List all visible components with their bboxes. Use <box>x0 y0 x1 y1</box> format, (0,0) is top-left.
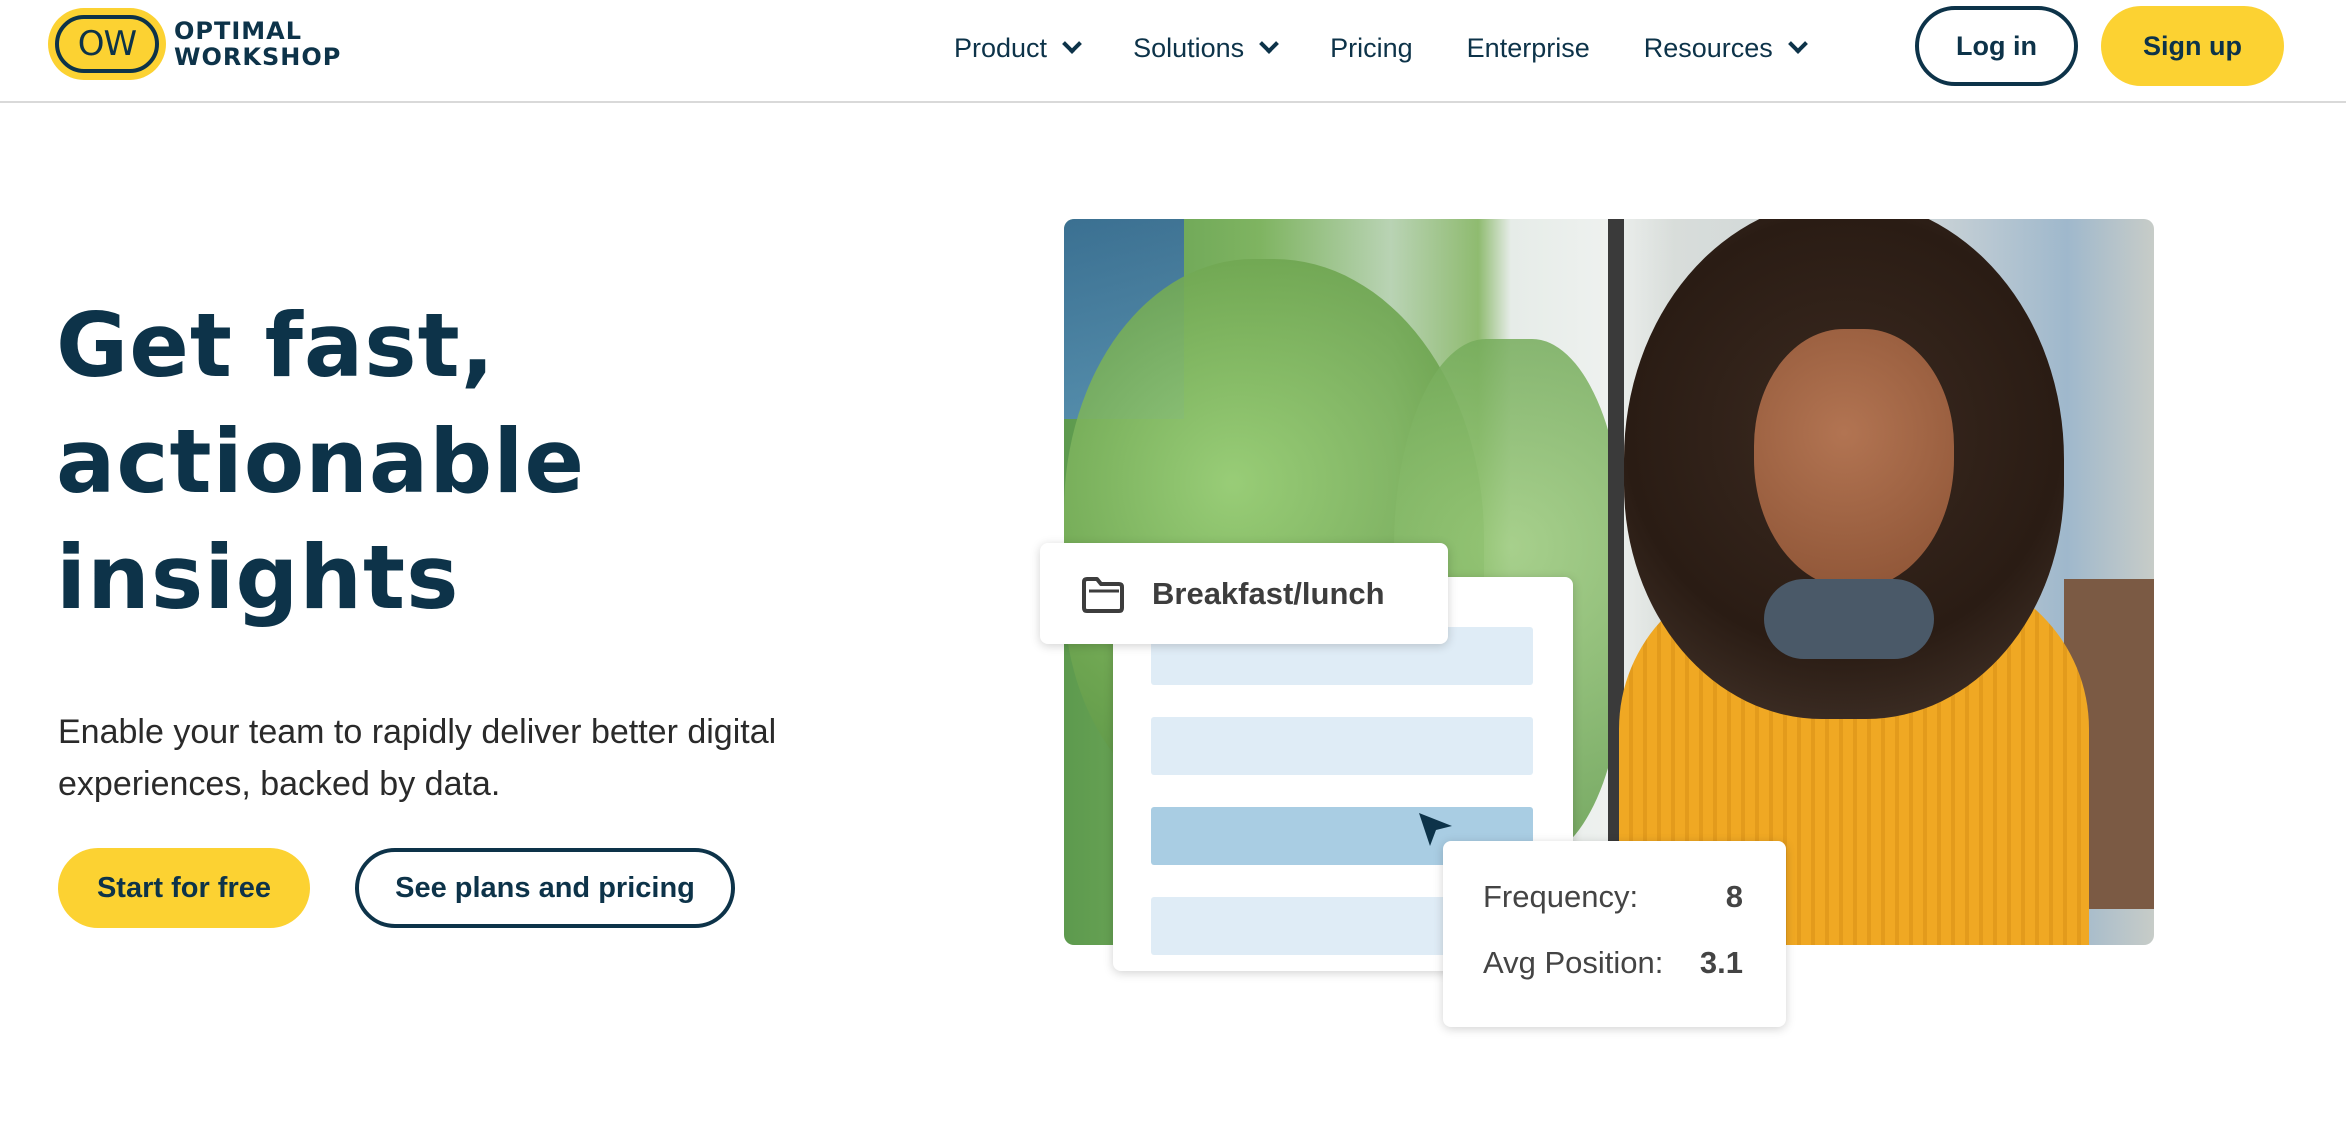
logo-mark-text: OW <box>55 15 159 73</box>
nav-enterprise-label: Enterprise <box>1466 32 1590 63</box>
hero-title-line-2: actionable <box>56 410 586 513</box>
nav-solutions[interactable]: Solutions <box>1133 32 1280 64</box>
logo-mark: OW <box>48 8 166 80</box>
stat-value: 8 <box>1725 879 1743 914</box>
signup-button[interactable]: Sign up <box>2101 6 2284 86</box>
folder-icon <box>1081 576 1125 613</box>
nav-product-label: Product <box>954 32 1048 63</box>
chevron-down-icon <box>1062 34 1082 54</box>
nav-resources[interactable]: Resources <box>1643 32 1808 64</box>
stat-avg-position: Avg Position: 3.1 <box>1483 945 1743 981</box>
logo-line-1: OPTIMAL <box>174 17 303 45</box>
chevron-down-icon <box>1259 34 1280 54</box>
nav-pricing[interactable]: Pricing <box>1330 33 1413 64</box>
site-header: OW OPTIMAL WORKSHOP Product Solutions Pr… <box>0 0 2346 103</box>
hero-subtitle: Enable your team to rapidly deliver bett… <box>58 713 777 803</box>
chevron-down-icon <box>1787 34 1808 54</box>
stats-card: Frequency: 8 Avg Position: 3.1 <box>1443 841 1786 1027</box>
logo-wordmark: OPTIMAL WORKSHOP <box>174 18 341 70</box>
photo-face <box>1754 329 1954 589</box>
nav-pricing-label: Pricing <box>1330 32 1413 63</box>
list-bar <box>1151 717 1533 775</box>
folder-card: Breakfast/lunch <box>1040 543 1448 644</box>
logo-link[interactable]: OW OPTIMAL WORKSHOP <box>48 8 341 80</box>
folder-label: Breakfast/lunch <box>1152 575 1385 611</box>
hero-title: Get fast, actionable insights <box>56 288 856 636</box>
nav-enterprise[interactable]: Enterprise <box>1467 33 1590 64</box>
see-plans-button[interactable]: See plans and pricing <box>355 848 735 928</box>
stat-label: Avg Position: <box>1483 945 1664 980</box>
logo-line-2: WORKSHOP <box>174 43 342 71</box>
nav-product[interactable]: Product <box>954 32 1082 64</box>
stat-frequency: Frequency: 8 <box>1483 879 1743 915</box>
nav-resources-label: Resources <box>1643 32 1773 63</box>
photo-headphones <box>1764 579 1934 659</box>
nav-solutions-label: Solutions <box>1133 32 1245 63</box>
stat-value: 3.1 <box>1699 945 1743 980</box>
stat-label: Frequency: <box>1483 879 1639 914</box>
main-nav: Product Solutions Pricing Enterprise Res… <box>954 26 1859 70</box>
hero-title-line-3: insights <box>56 526 460 629</box>
login-button[interactable]: Log in <box>1915 6 2078 86</box>
hero-title-line-1: Get fast, <box>56 294 496 397</box>
start-for-free-button[interactable]: Start for free <box>58 848 310 928</box>
